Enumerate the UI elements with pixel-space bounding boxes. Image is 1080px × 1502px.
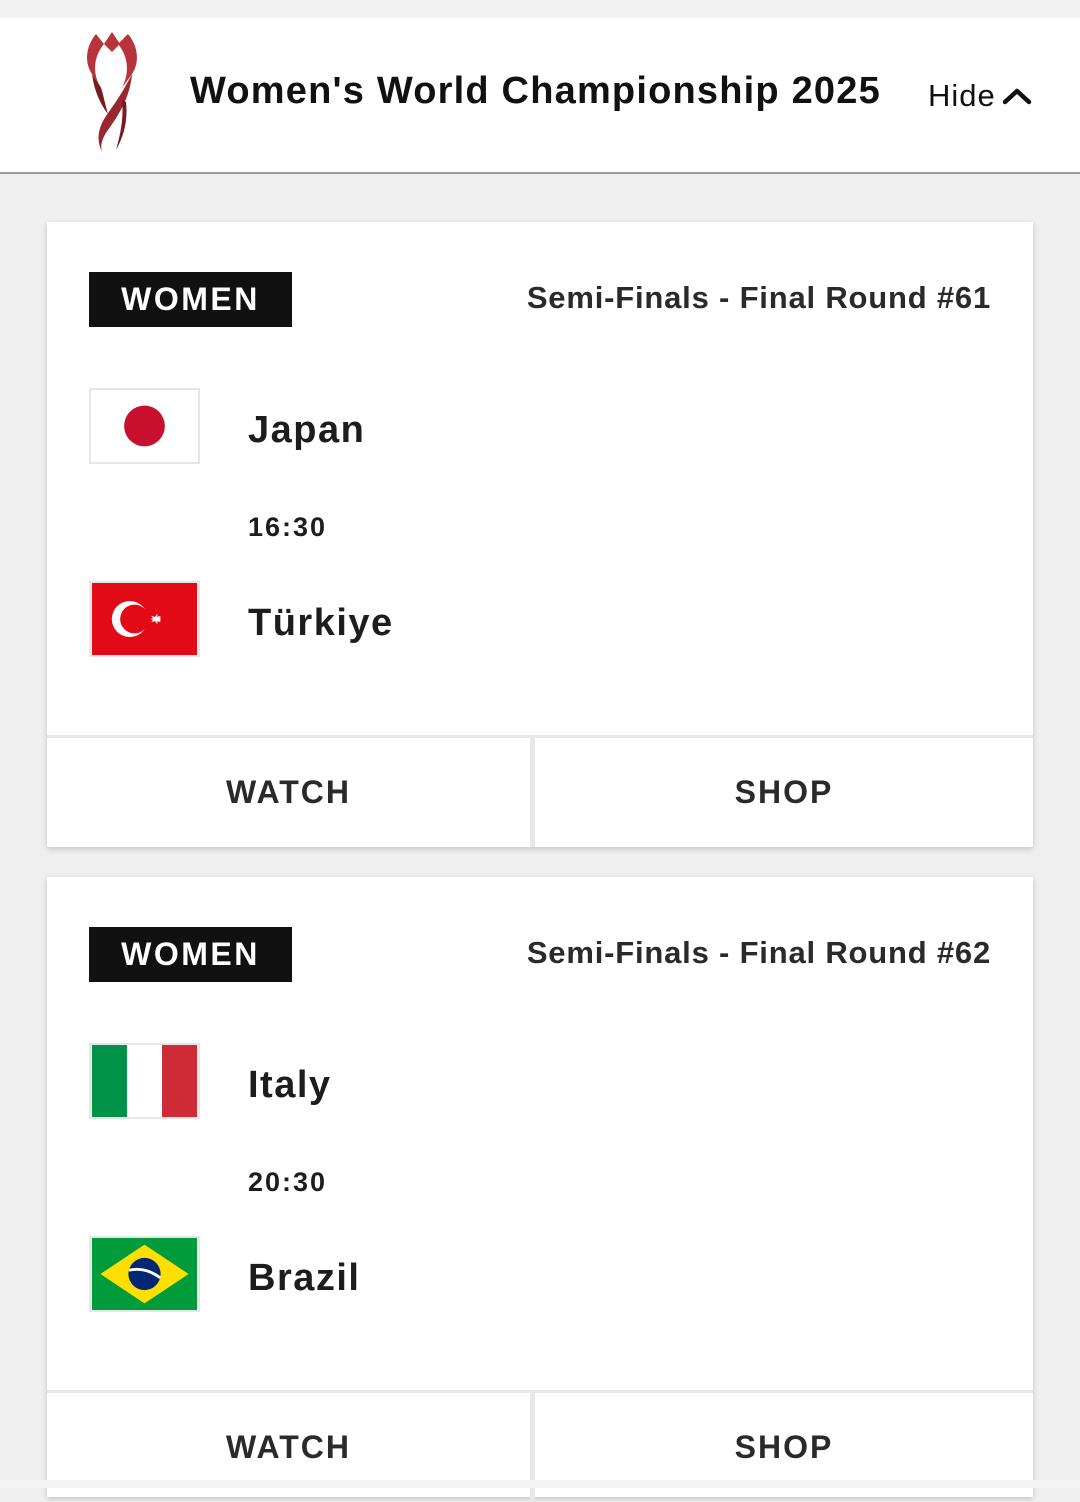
round-label: Semi-Finals - Final Round #61 [526,280,991,315]
match-time: 20:30 [248,1167,328,1197]
japan-flag-icon [89,388,200,464]
team-name: Brazil [248,1257,361,1299]
match-time: 16:30 [248,512,328,542]
chevron-up-icon [1002,88,1032,105]
category-badge: WOMEN [89,272,292,327]
bottom-strip [0,1480,1080,1488]
watch-button[interactable]: WATCH [47,738,530,847]
hide-label: Hide [928,78,996,113]
match-card: WOMEN Semi-Finals - Final Round #61 Japa… [47,222,1033,847]
match-card: WOMEN Semi-Finals - Final Round #62 Ital… [47,877,1033,1502]
shop-button[interactable]: SHOP [530,738,1033,847]
brazil-flag-icon [89,1236,200,1312]
turkiye-flag-icon [89,581,200,657]
championship-header: Women's World Championship 2025 Hide [0,18,1080,174]
status-strip [0,0,1080,18]
round-label: Semi-Finals - Final Round #62 [526,935,991,970]
italy-flag-icon [89,1043,200,1119]
championship-logo [87,32,137,152]
team-name: Türkiye [248,602,394,644]
team-name: Japan [248,409,366,451]
hide-toggle[interactable]: Hide [928,76,1032,116]
team-name: Italy [248,1064,332,1106]
category-badge: WOMEN [89,927,292,982]
match-actions: WATCH SHOP [47,735,1033,847]
page-title: Women's World Championship 2025 [190,70,881,112]
